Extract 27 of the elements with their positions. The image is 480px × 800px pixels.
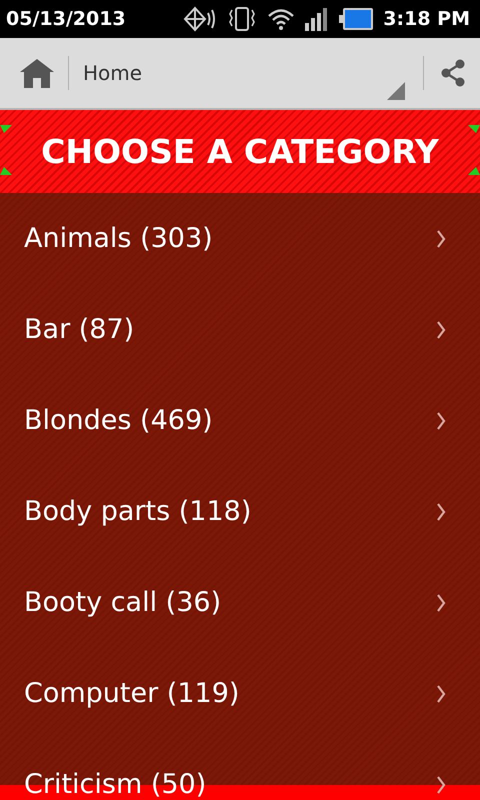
category-item[interactable]: Booty call (36): [0, 557, 480, 648]
category-item[interactable]: Bar (87): [0, 284, 480, 375]
signal-icon: [305, 7, 330, 31]
dropdown-corner-icon: [387, 82, 405, 100]
category-item[interactable]: Body parts (118): [0, 466, 480, 557]
share-icon[interactable]: [440, 59, 466, 87]
battery-icon: [339, 7, 374, 31]
wifi-icon: [267, 7, 296, 31]
header-title: CHOOSE A CATEGORY: [41, 132, 439, 171]
ribbon-end-icon: [0, 125, 12, 175]
chevron-icon: [436, 320, 446, 340]
sync-icon: [183, 6, 218, 32]
category-item[interactable]: Blondes (469): [0, 375, 480, 466]
category-item[interactable]: Criticism (50): [0, 739, 480, 800]
ribbon-end-icon: [468, 125, 480, 175]
vibrate-icon: [227, 6, 258, 32]
chevron-icon: [436, 502, 446, 522]
chevron-icon: [436, 592, 446, 612]
status-time: 3:18 PM: [383, 8, 470, 30]
chevron-icon: [436, 774, 446, 794]
category-item[interactable]: Computer (119): [0, 648, 480, 739]
home-icon[interactable]: [18, 57, 56, 89]
status-date: 05/13/2013: [6, 8, 126, 30]
chevron-icon: [436, 228, 446, 248]
category-item[interactable]: Animals (303): [0, 193, 480, 284]
chevron-icon: [436, 410, 446, 430]
chevron-icon: [436, 684, 446, 704]
